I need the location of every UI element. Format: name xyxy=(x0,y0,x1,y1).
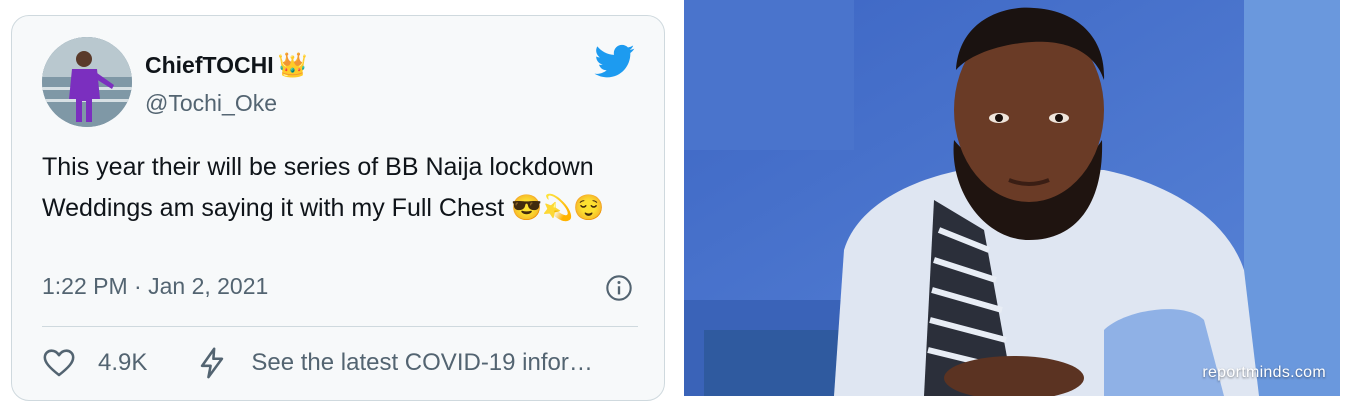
tweet-emojis: 😎💫😌 xyxy=(511,194,605,222)
crown-emoji: 👑 xyxy=(277,51,308,79)
tweet-card[interactable]: ChiefTOCHI 👑 @Tochi_Oke This year their … xyxy=(11,15,665,401)
info-icon[interactable] xyxy=(605,274,633,302)
tweet-text: This year their will be series of BB Nai… xyxy=(42,147,632,229)
author-name-row[interactable]: ChiefTOCHI 👑 xyxy=(145,52,308,79)
like-count[interactable]: 4.9K xyxy=(98,349,147,377)
heart-icon[interactable] xyxy=(42,346,76,380)
tweet-actions: 4.9K See the latest COVID-19 infor… xyxy=(42,346,593,380)
twitter-bird-icon[interactable] xyxy=(593,41,637,81)
lightning-bolt-icon[interactable] xyxy=(195,346,229,380)
photo: reportminds.com xyxy=(684,0,1340,396)
covid-info-link[interactable]: See the latest COVID-19 infor… xyxy=(251,349,592,377)
divider xyxy=(42,326,638,327)
user-handle[interactable]: @Tochi_Oke xyxy=(145,90,277,117)
watermark: reportminds.com xyxy=(1202,364,1326,381)
avatar[interactable] xyxy=(42,37,132,127)
display-name[interactable]: ChiefTOCHI xyxy=(145,52,274,79)
man-portrait-image xyxy=(684,0,1340,396)
tweet-timestamp[interactable]: 1:22 PM · Jan 2, 2021 xyxy=(42,273,268,300)
